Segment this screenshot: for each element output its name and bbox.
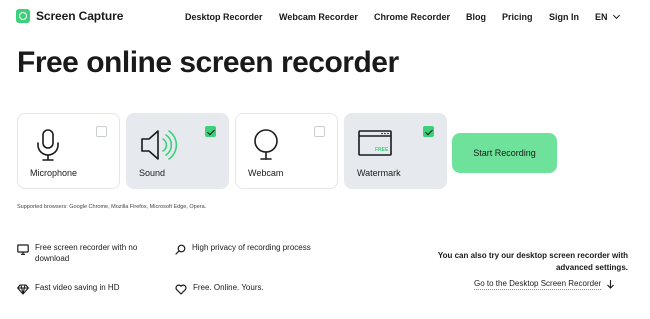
webcam-icon	[254, 129, 278, 160]
option-label: Sound	[139, 168, 166, 178]
supported-browsers-note: Supported browsers: Google Chrome, Mozil…	[17, 204, 207, 210]
option-watermark[interactable]: FREE Watermark	[344, 113, 447, 189]
language-label: EN	[595, 12, 608, 22]
desktop-promo-text: You can also try our desktop screen reco…	[437, 251, 628, 272]
option-sound[interactable]: Sound	[126, 113, 229, 189]
feature-item: Free. Online. Yours.	[175, 283, 318, 295]
desktop-recorder-link[interactable]: Go to the Desktop Screen Recorder	[474, 279, 614, 290]
feature-item: High privacy of recording process	[175, 243, 317, 255]
watermark-checkbox[interactable]	[423, 126, 434, 137]
monitor-icon	[17, 244, 29, 255]
nav-pricing[interactable]: Pricing	[502, 12, 533, 22]
feature-item: Fast video saving in HD	[17, 283, 160, 295]
microphone-icon	[37, 129, 59, 161]
logo-icon	[16, 9, 30, 23]
nav-desktop-recorder[interactable]: Desktop Recorder	[185, 12, 263, 22]
arrow-down-icon	[607, 280, 614, 289]
feature-text: Free screen recorder with no download	[35, 243, 138, 263]
feature-text: Fast video saving in HD	[35, 283, 120, 292]
microphone-checkbox[interactable]	[96, 126, 107, 137]
nav-blog[interactable]: Blog	[466, 12, 486, 22]
logo[interactable]: Screen Capture	[16, 9, 123, 23]
nav-webcam-recorder[interactable]: Webcam Recorder	[279, 12, 358, 22]
heart-icon	[175, 284, 187, 295]
option-microphone[interactable]: Microphone	[17, 113, 120, 189]
sound-checkbox[interactable]	[205, 126, 216, 137]
nav-sign-in[interactable]: Sign In	[549, 12, 579, 22]
page-title: Free online screen recorder	[17, 46, 399, 79]
top-navigation: Screen Capture Desktop Recorder Webcam R…	[0, 0, 650, 36]
option-label: Microphone	[30, 168, 78, 178]
nav-chrome-recorder[interactable]: Chrome Recorder	[374, 12, 450, 22]
watermark-icon: FREE	[358, 130, 392, 156]
start-recording-button[interactable]: Start Recording	[452, 133, 557, 173]
logo-text: Screen Capture	[36, 9, 124, 23]
chevron-down-icon	[612, 11, 620, 20]
desktop-link-label: Go to the Desktop Screen Recorder	[474, 279, 602, 290]
watermark-badge: FREE	[375, 147, 389, 153]
option-webcam[interactable]: Webcam	[235, 113, 338, 189]
webcam-checkbox[interactable]	[314, 126, 325, 137]
language-selector[interactable]: EN	[595, 11, 620, 22]
speaker-icon	[141, 130, 178, 160]
option-label: Webcam	[248, 168, 284, 178]
option-label: Watermark	[357, 168, 401, 178]
search-icon	[175, 244, 186, 255]
feature-item: Free screen recorder with no download	[17, 243, 160, 265]
feature-text: Free. Online. Yours.	[193, 283, 264, 292]
feature-text: High privacy of recording process	[192, 243, 311, 252]
diamond-icon	[17, 284, 29, 295]
